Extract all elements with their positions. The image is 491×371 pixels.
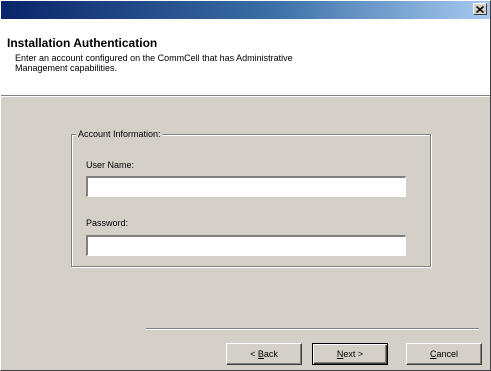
close-icon	[476, 5, 484, 13]
wizard-header: Installation Authentication Enter an acc…	[1, 19, 490, 95]
username-label: User Name:	[86, 160, 135, 170]
cancel-button[interactable]: Cancel	[406, 343, 482, 365]
installer-dialog: Installation Authentication Enter an acc…	[0, 0, 491, 371]
password-label: Password:	[86, 218, 129, 228]
page-title: Installation Authentication	[7, 36, 158, 50]
next-button[interactable]: Next >	[312, 343, 388, 365]
next-button-label: Next >	[336, 349, 364, 359]
password-input[interactable]	[86, 235, 406, 256]
title-bar[interactable]	[1, 1, 490, 19]
cancel-button-label: Cancel	[429, 349, 458, 359]
account-information-label: Account Information:	[76, 128, 163, 140]
close-button[interactable]	[473, 3, 487, 15]
back-button[interactable]: < Back	[226, 343, 302, 365]
footer-divider	[146, 328, 479, 330]
page-description: Enter an account configured on the CommC…	[15, 53, 293, 73]
header-divider	[1, 95, 490, 97]
username-input[interactable]	[86, 176, 406, 197]
back-button-label: < Back	[250, 349, 278, 359]
